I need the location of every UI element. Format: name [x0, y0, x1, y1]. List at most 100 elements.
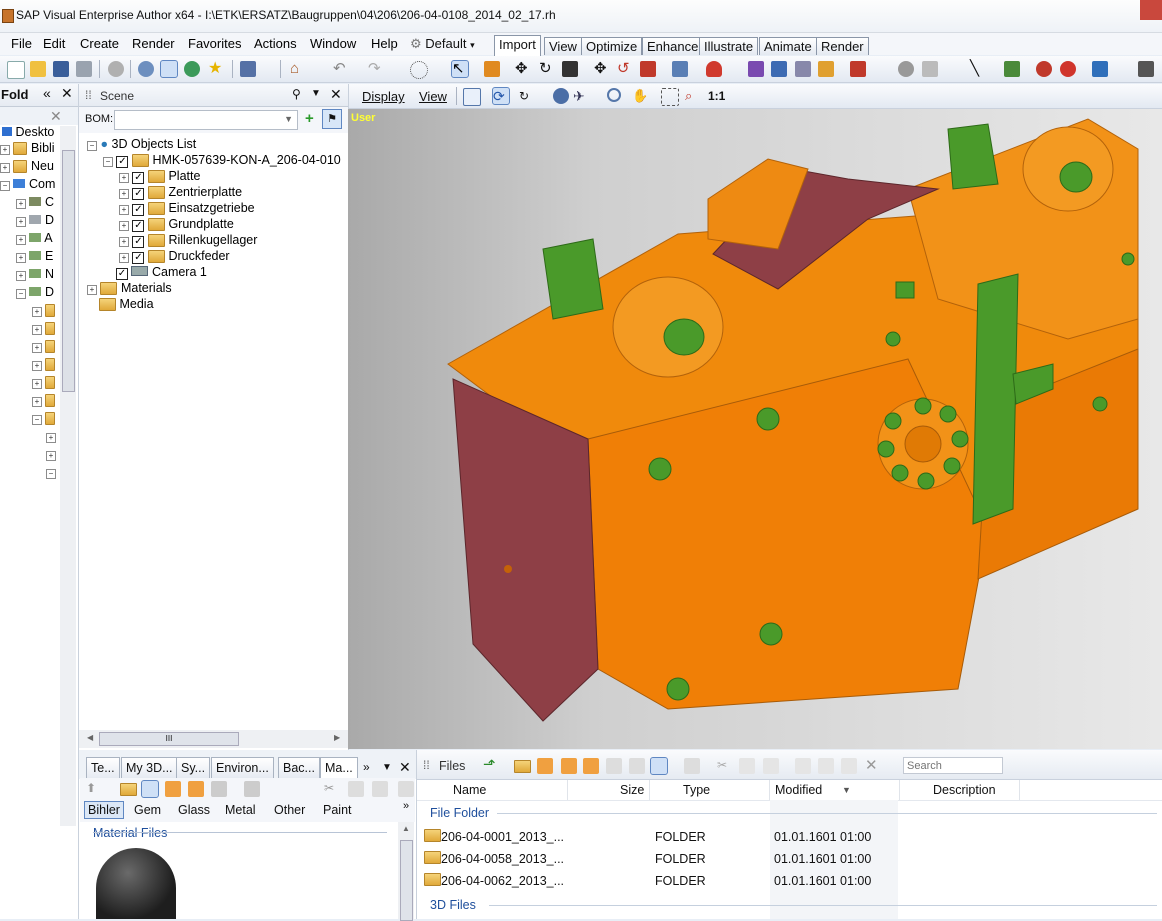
- view-mode-icon[interactable]: [188, 781, 204, 797]
- undo-icon[interactable]: ↶: [333, 61, 349, 77]
- refresh-icon[interactable]: [184, 61, 200, 77]
- camera-checkbox[interactable]: ✓: [116, 268, 128, 280]
- menu-render[interactable]: Render: [132, 36, 175, 51]
- zoom-icon[interactable]: [607, 88, 621, 102]
- menu-file[interactable]: File: [11, 36, 32, 51]
- zoom-window-icon[interactable]: [661, 88, 679, 106]
- tree-item[interactable]: +: [32, 302, 56, 318]
- rotate-red-icon[interactable]: ↺: [617, 61, 633, 77]
- tree-item[interactable]: +: [46, 446, 56, 462]
- view-mode-icon[interactable]: [141, 780, 159, 798]
- home-icon[interactable]: ⌂: [290, 61, 306, 77]
- import-icon[interactable]: [795, 758, 811, 774]
- folders-scrollbar[interactable]: [60, 126, 76, 826]
- tab-optimize[interactable]: Optimize: [581, 37, 643, 55]
- tree-item[interactable]: − D: [16, 284, 54, 300]
- part-checkbox[interactable]: ✓: [132, 236, 145, 248]
- snapshot-icon[interactable]: [922, 61, 938, 77]
- details-view-icon[interactable]: [650, 757, 668, 775]
- open-folder-icon[interactable]: [30, 61, 46, 77]
- library-icon[interactable]: [795, 61, 811, 77]
- tree-part[interactable]: + ✓ Rillenkugellager: [119, 232, 257, 248]
- view-mode-icon[interactable]: [165, 781, 181, 797]
- tab-illustrate[interactable]: Illustrate: [699, 37, 759, 55]
- properties-icon[interactable]: [841, 758, 857, 774]
- view-mode-icon[interactable]: [583, 758, 599, 774]
- open-folder-icon[interactable]: [514, 760, 531, 773]
- menu-window[interactable]: Window: [310, 36, 356, 51]
- tab-view[interactable]: View: [544, 37, 582, 55]
- translate-icon[interactable]: ✥: [594, 61, 610, 77]
- tab-backgrounds[interactable]: Bac...: [278, 757, 320, 778]
- transform-icon[interactable]: [640, 61, 656, 77]
- file-row[interactable]: 206-04-0058_2013_... FOLDER 01.01.1601 0…: [417, 850, 1162, 870]
- save-icon[interactable]: [53, 61, 69, 77]
- new-item-icon[interactable]: [398, 781, 414, 797]
- tree-materials[interactable]: + Materials: [87, 280, 172, 296]
- move-icon[interactable]: ✥: [515, 61, 531, 77]
- view-mode-icon[interactable]: [684, 758, 700, 774]
- tab-materials[interactable]: Ma...: [320, 757, 358, 778]
- workspace-default-dropdown[interactable]: ⚙ Default ▾: [410, 36, 475, 52]
- view-mode-icon[interactable]: [211, 781, 227, 797]
- menu-create[interactable]: Create: [80, 36, 119, 51]
- zoom-red-icon[interactable]: [1036, 61, 1052, 77]
- material-thumbnail-sphere[interactable]: [96, 848, 176, 919]
- filter-icon[interactable]: ⚑: [322, 109, 342, 129]
- column-description[interactable]: Description: [933, 783, 996, 797]
- category-metal[interactable]: Metal: [225, 803, 256, 817]
- tree-part[interactable]: + ✓ Zentrierplatte: [119, 184, 242, 200]
- pin-icon[interactable]: ⚲: [292, 87, 301, 101]
- column-size[interactable]: Size: [620, 783, 644, 797]
- scroll-left-icon[interactable]: ◀: [87, 733, 93, 742]
- files-search-input[interactable]: [903, 757, 1003, 774]
- menu-favorites[interactable]: Favorites: [188, 36, 241, 51]
- cut-icon[interactable]: ✂: [717, 758, 727, 772]
- menu-actions[interactable]: Actions: [254, 36, 297, 51]
- delete-icon[interactable]: ✕: [865, 756, 878, 774]
- menu-help[interactable]: Help: [371, 36, 398, 51]
- cut-icon[interactable]: ✂: [324, 781, 340, 797]
- grid-red-icon[interactable]: [850, 61, 866, 77]
- scale-icon[interactable]: [562, 61, 578, 77]
- tree-item[interactable]: +: [32, 392, 56, 408]
- view-menu[interactable]: View: [419, 89, 447, 104]
- tree-root[interactable]: − ● 3D Objects List: [87, 136, 196, 152]
- category-paint[interactable]: Paint: [323, 803, 352, 817]
- tab-animate[interactable]: Animate: [759, 37, 817, 55]
- tree-item[interactable]: Deskto: [2, 124, 54, 140]
- lasso-select-icon[interactable]: [410, 61, 428, 79]
- view-mode-icon[interactable]: [561, 758, 577, 774]
- chevron-down-icon[interactable]: ▼: [311, 88, 321, 99]
- tree-item[interactable]: +: [32, 320, 56, 336]
- display-menu[interactable]: Display: [362, 89, 405, 104]
- camera-settings-icon[interactable]: [898, 61, 914, 77]
- overflow-tabs-icon[interactable]: »: [363, 760, 370, 774]
- paint-tool-icon[interactable]: [484, 61, 500, 77]
- chevron-down-icon[interactable]: ▼: [382, 762, 392, 773]
- print-icon[interactable]: [76, 61, 92, 77]
- cube-blue-icon[interactable]: [1092, 61, 1108, 77]
- scroll-right-icon[interactable]: ▶: [334, 733, 340, 742]
- part-checkbox[interactable]: ✓: [132, 204, 145, 216]
- paste-icon[interactable]: [372, 781, 388, 797]
- scroll-up-icon[interactable]: ▲: [402, 824, 410, 833]
- favorite-star-icon[interactable]: ★: [208, 61, 224, 77]
- view-mode-icon[interactable]: [606, 758, 622, 774]
- category-glass[interactable]: Glass: [178, 803, 210, 817]
- materials-scrollbar[interactable]: ▲: [398, 822, 414, 921]
- tree-item[interactable]: +: [32, 338, 56, 354]
- more-categories-icon[interactable]: »: [403, 800, 409, 812]
- more-tools-icon[interactable]: [1138, 61, 1154, 77]
- column-modified[interactable]: Modified: [775, 783, 822, 797]
- tab-system[interactable]: Sy...: [176, 757, 211, 778]
- part-checkbox[interactable]: ✓: [132, 252, 145, 264]
- scrollbar-thumb[interactable]: III: [99, 732, 239, 746]
- menu-edit[interactable]: Edit: [43, 36, 65, 51]
- window-layout-icon[interactable]: [240, 61, 256, 77]
- open-folder-icon[interactable]: [120, 783, 137, 796]
- tree-part[interactable]: + ✓ Druckfeder: [119, 248, 230, 264]
- tab-environment[interactable]: Environ...: [211, 757, 274, 778]
- category-other[interactable]: Other: [274, 803, 305, 817]
- column-type[interactable]: Type: [683, 783, 710, 797]
